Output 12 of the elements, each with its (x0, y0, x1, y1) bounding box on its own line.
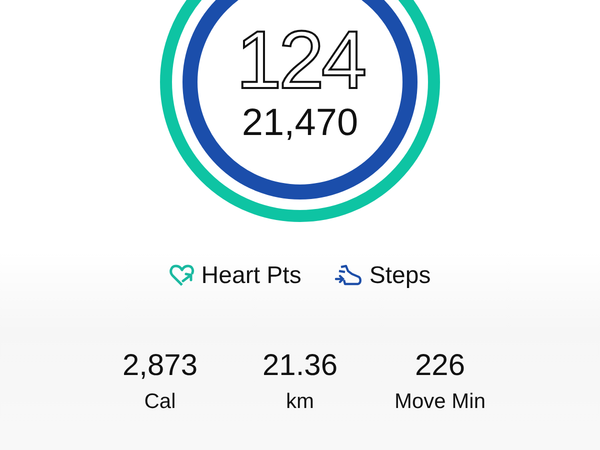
legend-label: Heart Pts (201, 262, 302, 290)
stat-value: 2,873 (122, 348, 198, 384)
stat-label: km (286, 390, 314, 414)
stat-value: 226 (414, 348, 466, 384)
stat-label: Move Min (394, 390, 486, 414)
stat-label: Cal (144, 390, 176, 414)
shoe-icon (335, 264, 364, 288)
stat-value: 21.36 (262, 348, 338, 384)
steps-value: 21,470 (242, 102, 358, 144)
legend-label: Steps (369, 262, 431, 290)
heart-arrow-icon (169, 264, 196, 288)
heart-points-value: 124 (236, 20, 364, 102)
